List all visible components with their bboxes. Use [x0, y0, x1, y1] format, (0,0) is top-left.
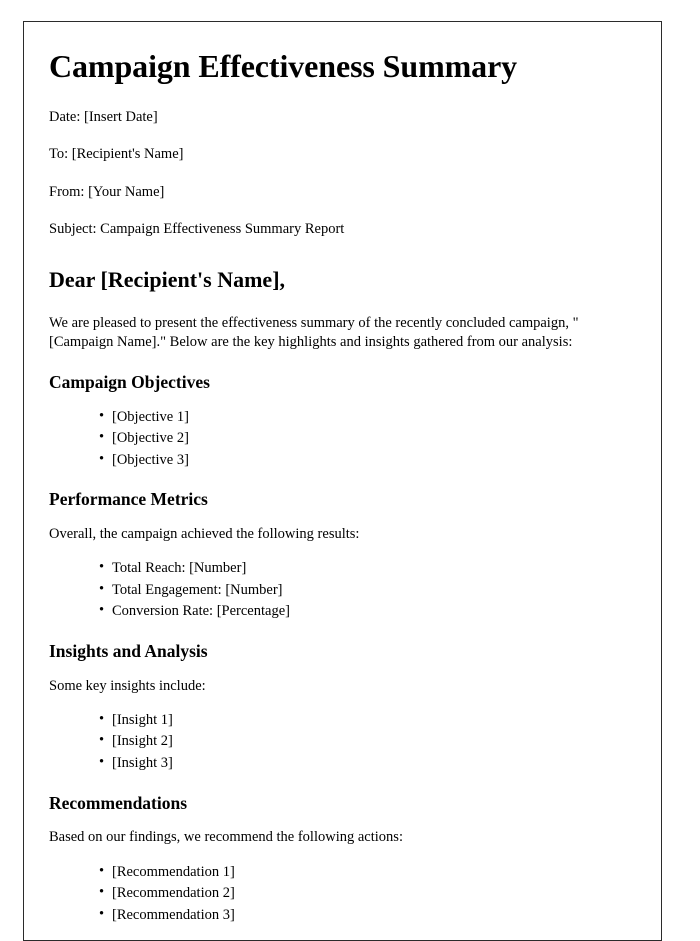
lead-in-performance-metrics: Overall, the campaign achieved the follo…: [49, 526, 360, 543]
list-item: [Recommendation 3]: [49, 905, 625, 925]
list-item: [Insight 2]: [49, 731, 625, 751]
meta-line-to: To: [Recipient's Name]: [49, 146, 184, 163]
meta-line-subject: Subject: Campaign Effectiveness Summary …: [49, 221, 345, 238]
list-performance-metrics: Total Reach: [Number] Total Engagement: …: [49, 558, 625, 621]
meta-line-date: Date: [Insert Date]: [49, 108, 158, 125]
lead-in-insights-and-analysis: Some key insights include:: [49, 677, 206, 694]
list-item: Total Reach: [Number]: [49, 558, 625, 578]
list-item: [Insight 1]: [49, 710, 625, 730]
list-insights-and-analysis: [Insight 1] [Insight 2] [Insight 3]: [49, 710, 625, 773]
section-heading-performance-metrics: Performance Metrics: [49, 489, 208, 510]
list-item: Total Engagement: [Number]: [49, 580, 625, 600]
meta-line-from: From: [Your Name]: [49, 183, 165, 200]
intro-paragraph: We are pleased to present the effectiven…: [49, 314, 579, 350]
section-heading-recommendations: Recommendations: [49, 792, 188, 813]
section-heading-insights-and-analysis: Insights and Analysis: [49, 640, 208, 661]
page-title: Campaign Effectiveness Summary: [49, 48, 518, 84]
list-item: [Objective 2]: [49, 428, 625, 448]
document-body: Campaign Effectiveness Summary Date: [In…: [24, 22, 661, 924]
list-recommendations: [Recommendation 1] [Recommendation 2] [R…: [49, 862, 625, 925]
list-item: [Insight 3]: [49, 753, 625, 773]
list-campaign-objectives: [Objective 1] [Objective 2] [Objective 3…: [49, 407, 625, 470]
document-page: Campaign Effectiveness Summary Date: [In…: [23, 21, 662, 941]
list-item: [Objective 1]: [49, 407, 625, 427]
list-item: [Recommendation 1]: [49, 862, 625, 882]
salutation: Dear [Recipient's Name],: [49, 267, 286, 292]
list-item: [Objective 3]: [49, 450, 625, 470]
list-item: Conversion Rate: [Percentage]: [49, 601, 625, 621]
section-heading-campaign-objectives: Campaign Objectives: [49, 371, 210, 392]
lead-in-recommendations: Based on our findings, we recommend the …: [49, 829, 403, 846]
